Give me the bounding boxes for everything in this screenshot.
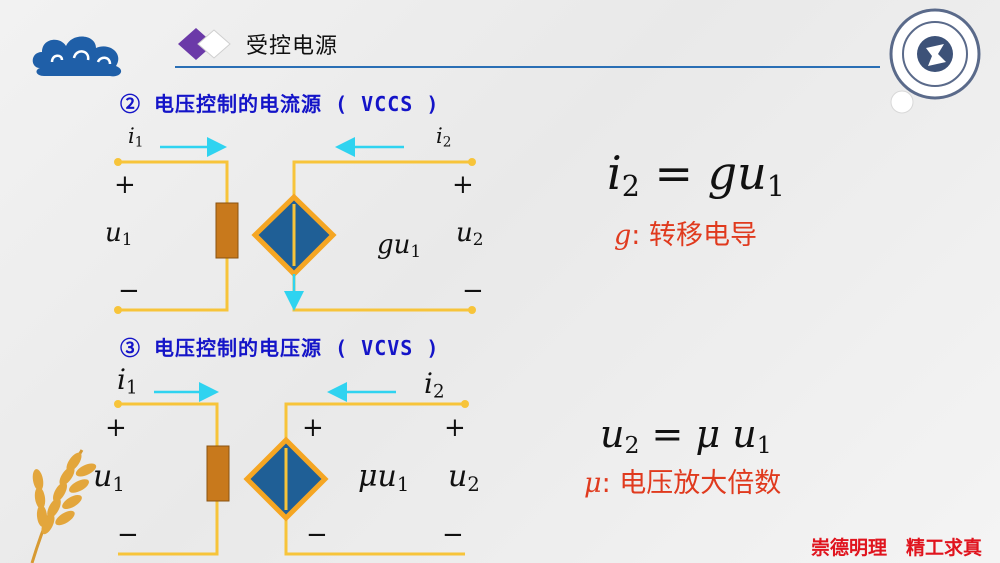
school-motto: 崇德明理 精工求真 [810, 537, 982, 559]
vcvs-u2-label: u2 [448, 459, 480, 496]
slide: 受控电源 ② 电压控制的电流源 (VCCS) i1 i2 + + u1 u2… [0, 0, 1000, 563]
vcvs-source-minus: − [306, 520, 328, 550]
vcvs-source-plus: + [302, 413, 324, 443]
vccs-u2-plus: + [452, 170, 474, 200]
circuit-diagrams [114, 137, 476, 556]
vcvs-source [243, 436, 329, 522]
vcvs-u1-plus: + [105, 413, 127, 443]
vccs-source-label: gu1 [377, 230, 422, 262]
vccs-source [251, 193, 337, 311]
vcvs-u2-plus: + [444, 413, 466, 443]
vcvs-definition: μ: 电压放大倍数 [584, 468, 782, 499]
vcvs-i2-label: i2 [424, 367, 445, 403]
vccs-i2-label: i2 [436, 124, 452, 151]
vccs-u2-label: u2 [456, 218, 484, 250]
vcvs-source-label: μu1 [358, 459, 410, 496]
vccs-u1-plus: + [114, 170, 136, 200]
vccs-heading: ② 电压控制的电流源 ( VCCS ) [120, 92, 440, 116]
vcvs-resistor [206, 445, 230, 502]
vccs-u1-minus: − [118, 276, 140, 306]
vcvs-u2-minus: − [442, 520, 464, 550]
vcvs-equation: u2 = μ u1 [600, 412, 772, 459]
vccs-equation: i2 = gu1 [607, 146, 785, 204]
vcvs-u1-minus: − [117, 520, 139, 550]
vccs-resistor [215, 202, 239, 259]
vcvs-u1-label: u1 [93, 459, 125, 496]
vccs-u2-minus: − [462, 276, 484, 306]
vccs-definition: g: 转移电导 [614, 220, 757, 251]
vcvs-i1-label: i1 [117, 363, 138, 399]
vccs-u1-label: u1 [105, 218, 133, 250]
vcvs-heading: ③ 电压控制的电压源 ( VCVS ) [120, 336, 440, 360]
vccs-i1-label: i1 [128, 124, 144, 151]
